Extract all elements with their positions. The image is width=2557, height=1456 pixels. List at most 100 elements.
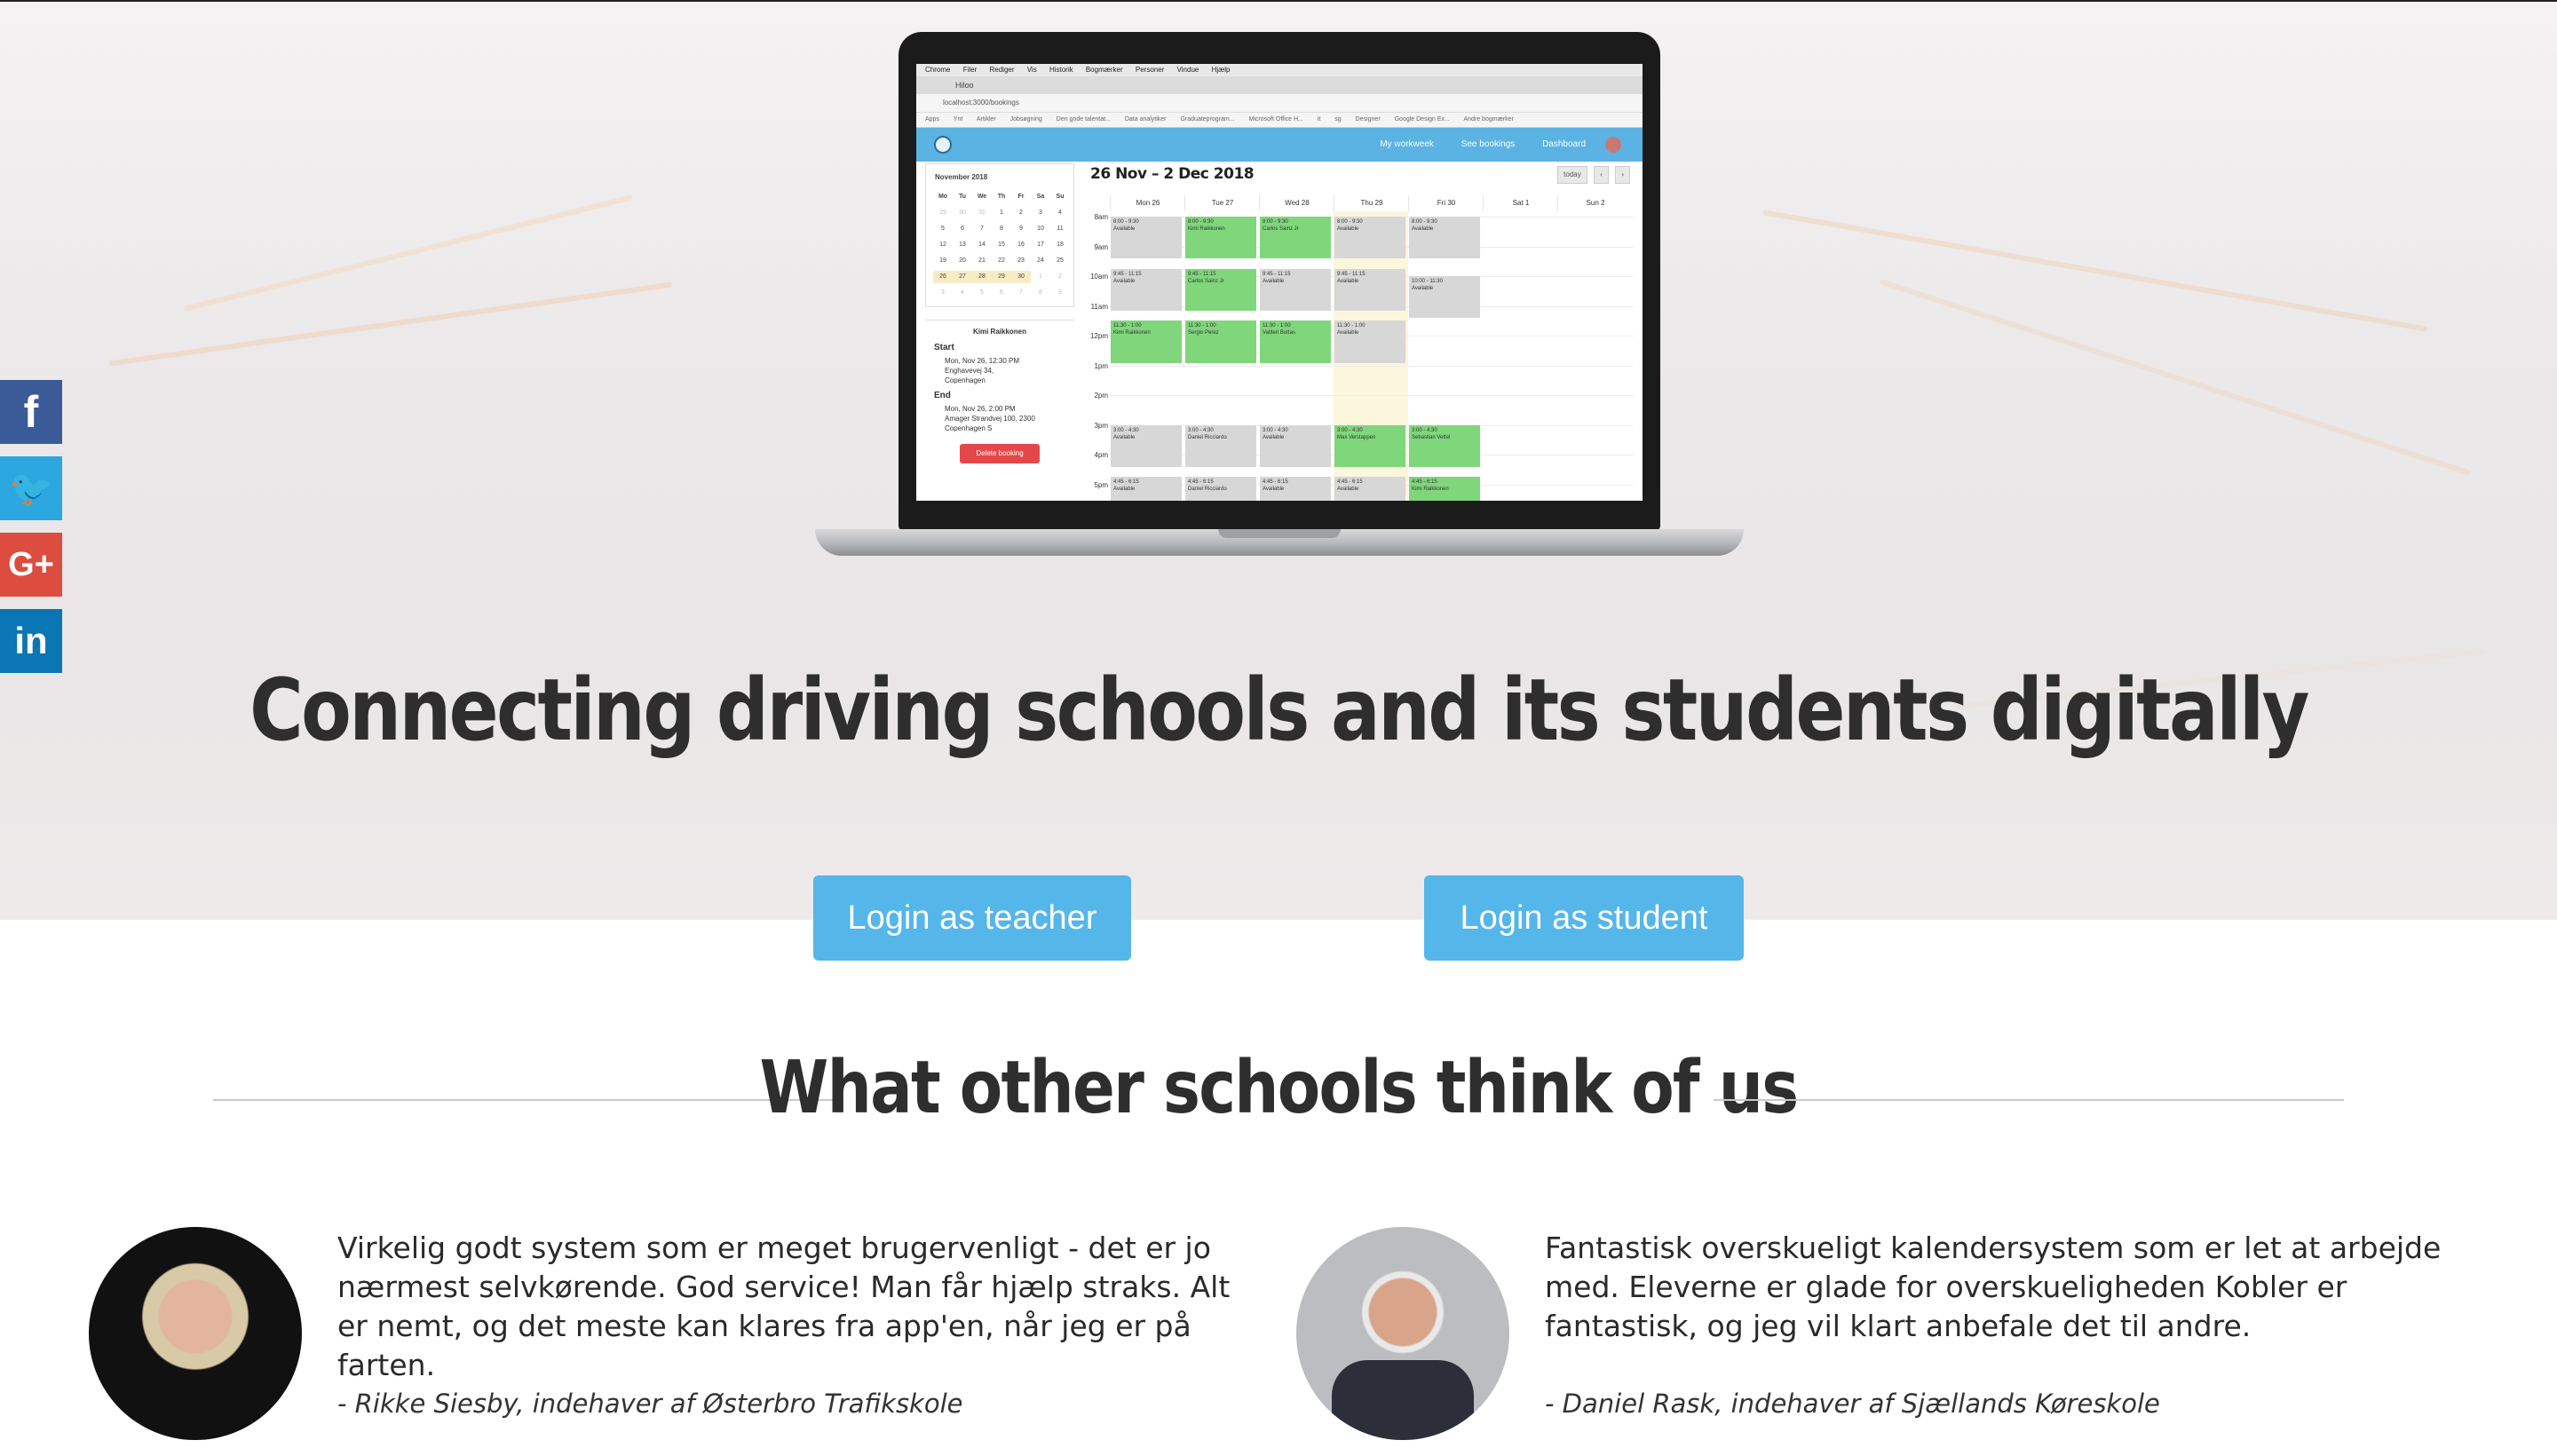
hour-label: 5pm (1094, 480, 1108, 489)
twitter-share-button[interactable]: 🐦 (0, 456, 62, 520)
hour-label: 8am (1094, 213, 1108, 221)
calendar-event: 11:30 - 1:00 Valtteri Bottas (1260, 320, 1331, 363)
laptop-lid: Chrome Filer Rediger Vis Historik Bogmær… (899, 32, 1660, 531)
mini-calendar-weekday: Fr (1017, 194, 1025, 200)
googleplus-icon: G+ (8, 545, 54, 583)
mini-calendar-day: 29 (939, 210, 946, 216)
hour-label: 10am (1089, 273, 1108, 281)
app-navbar: My workweek See bookings Dashboard (916, 128, 1643, 162)
calendar-event: 3:00 - 4:30 Max Verstappen (1334, 424, 1405, 467)
event-label: Carlos Sainz Jr (1263, 226, 1299, 232)
browser-url: localhost:3000/bookings (943, 99, 1019, 107)
week-calendar-title: 26 Nov – 2 Dec 2018 (1090, 165, 1255, 183)
event-time: 4:45 - 6:15 (1337, 479, 1363, 486)
mini-calendar-day: 31 (978, 210, 986, 216)
nav-see-bookings: See bookings (1461, 139, 1516, 149)
event-label: Kimi Raikkonen (1188, 226, 1225, 232)
mini-calendar-day: 24 (1037, 257, 1044, 264)
booking-student-name: Kimi Raikkonen (972, 328, 1026, 336)
testimonial-quote: Virkelig godt system som er meget bruger… (337, 1230, 1231, 1382)
event-label: Available (1337, 278, 1359, 284)
hour-label: 4pm (1094, 451, 1108, 459)
next-week-button: › (1615, 166, 1630, 184)
twitter-icon: 🐦 (9, 469, 53, 509)
mini-calendar: November 2018 Mo Tu We Th Fr Sa Su 29 30 31 1 2 3 4 5 6… (925, 163, 1074, 307)
event-label: Available (1337, 226, 1359, 232)
linkedin-share-button[interactable]: in (0, 609, 62, 673)
event-time: 4:45 - 6:15 (1113, 479, 1139, 486)
browser-tab-bar: Hiloo (916, 76, 1643, 94)
week-calendar-grid: Mon 26 Tue 27 Wed 28 Thu 29 Fri 30 Sat 1 Sun 2… (1083, 195, 1634, 501)
day-header: Mon 26 (1110, 195, 1185, 211)
facebook-share-button[interactable]: f (0, 380, 62, 444)
event-time: 3:00 - 4:30 (1337, 427, 1363, 433)
mini-calendar-day: 18 (1057, 241, 1064, 248)
mini-calendar-day: 15 (998, 241, 1005, 248)
mini-calendar-day: 30 (1011, 271, 1031, 283)
login-teacher-button[interactable]: Login as teacher (813, 875, 1131, 961)
event-label: Carlos Sainz Jr (1188, 278, 1224, 284)
mini-calendar-day: 29 (992, 271, 1011, 283)
calendar-event: 4:45 - 6:15 Kimi Raikkonen (1409, 477, 1480, 501)
mini-calendar-day: 2 (1058, 273, 1062, 280)
mini-calendar-weekday: We (977, 194, 987, 200)
user-avatar-icon (1605, 137, 1621, 153)
event-label: Available (1412, 286, 1434, 291)
event-time: 3:00 - 4:30 (1188, 427, 1214, 433)
calendar-event: 4:45 - 6:15 Available (1260, 477, 1331, 501)
mini-calendar-title: November 2018 (935, 173, 988, 181)
mini-calendar-day: 12 (939, 241, 946, 248)
mini-calendar-day: 1 (1000, 210, 1003, 216)
bookmark-item: Artikler (976, 116, 996, 123)
os-menu-item: Vis (1026, 66, 1037, 74)
testimonial-quote: Fantastisk overskueligt kalendersystem s… (1545, 1230, 2442, 1343)
event-time: 8:00 - 9:30 (1412, 219, 1437, 225)
bookmark-item: Data analytiker (1124, 116, 1167, 123)
booking-end-city: Copenhagen S (945, 424, 993, 432)
event-label: Daniel Ricciardo (1188, 487, 1227, 493)
mini-calendar-day: 3 (1039, 210, 1042, 216)
login-student-button[interactable]: Login as student (1424, 875, 1744, 961)
testimonial-avatar (1296, 1227, 1509, 1440)
mini-calendar-day: 5 (980, 289, 984, 296)
os-menu-item: Rediger (989, 66, 1015, 74)
week-calendar: 26 Nov – 2 Dec 2018 today ‹ › Mon 26 Tue … (1083, 163, 1637, 501)
laptop-base (815, 529, 1744, 556)
calendar-event: 3:00 - 4:30 Available (1260, 424, 1331, 467)
os-menu-item: Vindue (1176, 66, 1199, 74)
mini-calendar-weekday: Mo (938, 194, 948, 200)
googleplus-share-button[interactable]: G+ (0, 533, 62, 597)
mini-calendar-weekday: Su (1056, 194, 1065, 200)
nav-my-workweek: My workweek (1380, 139, 1434, 149)
mini-calendar-day: 14 (978, 241, 986, 248)
hour-gridline (1110, 365, 1634, 367)
event-label: Available (1412, 226, 1434, 232)
calendar-event: 9:45 - 11:15 Available (1334, 268, 1405, 311)
event-time: 3:00 - 4:30 (1263, 427, 1288, 433)
event-label: Sebastian Vettel (1412, 434, 1451, 440)
mini-calendar-day: 23 (1017, 257, 1025, 264)
mini-calendar-day: 13 (959, 241, 966, 248)
today-button: today (1557, 166, 1587, 184)
event-time: 10:00 - 11:30 (1412, 279, 1443, 284)
booking-detail: Kimi Raikkonen Start Mon, Nov 26, 12:30 … (925, 320, 1074, 471)
mini-calendar-weekday: Th (997, 194, 1006, 200)
mini-calendar-grid: Mo Tu We Th Fr Sa Su 29 30 31 1 2 3 4 5 6 7 8 9 10 11 12 13 14 1… (933, 191, 1070, 299)
event-label: Available (1113, 226, 1136, 232)
mini-calendar-day: 5 (941, 226, 945, 232)
calendar-event: 9:45 - 11:15 Available (1260, 268, 1331, 311)
mini-calendar-day: 30 (959, 210, 966, 216)
calendar-event: 4:45 - 6:15 Daniel Ricciardo (1185, 477, 1256, 501)
calendar-event: 9:45 - 11:15 Available (1111, 268, 1182, 311)
bookmark-item: Designer (1355, 116, 1381, 123)
browser-tab-title: Hiloo (955, 81, 974, 90)
event-label: Kimi Raikkonen (1113, 330, 1151, 336)
hour-label: 12pm (1089, 332, 1108, 340)
calendar-event: 8:00 - 9:30 Available (1409, 217, 1480, 259)
day-header: Sun 2 (1557, 195, 1633, 211)
mini-calendar-day: 21 (978, 257, 986, 264)
week-calendar-controls: today ‹ › (1555, 165, 1630, 184)
event-time: 9:45 - 11:15 (1337, 271, 1366, 277)
os-menu-item: Historik (1049, 66, 1073, 74)
delete-booking-button: Delete booking (960, 444, 1040, 463)
